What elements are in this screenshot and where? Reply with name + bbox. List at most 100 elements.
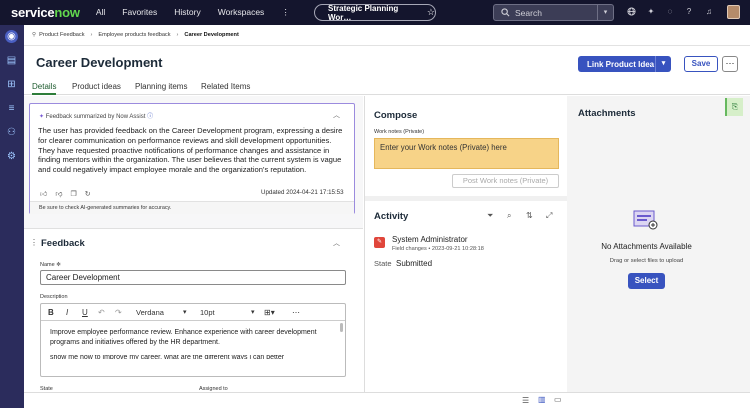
redo-icon[interactable]: ↷ — [115, 308, 122, 317]
font-family-select[interactable]: Verdana — [136, 308, 164, 317]
activity-state-value: Submitted — [396, 259, 433, 268]
breadcrumb-product-feedback[interactable]: Product Feedback — [39, 32, 84, 38]
breadcrumb-employee-products-feedback[interactable]: Employee products feedback — [98, 32, 170, 38]
tab-planning-items[interactable]: Planning items — [135, 82, 187, 91]
details-pane: ✦ Feedback summarized by Now Assist ⓘ ︿ … — [24, 96, 363, 408]
search-placeholder: Search — [515, 7, 542, 18]
editor-toolbar: B I U ↶ ↷ Verdana ▾ 10pt ▾ ⊞▾ ⋯ — [41, 304, 345, 321]
feedback-section: ⋮ Feedback ︿ Name ✻ Career Development D… — [24, 228, 363, 408]
search-scope-caret-icon[interactable]: ▾ — [597, 5, 613, 20]
tag-icon[interactable]: ⌂ — [148, 58, 153, 67]
notifications-bell-icon[interactable]: ♫ — [704, 7, 714, 17]
filter-icon[interactable]: ⏷ — [487, 211, 493, 221]
help-icon[interactable]: ? — [684, 7, 694, 17]
two-column-layout-icon[interactable]: ▥ — [538, 395, 546, 404]
settings-gear-icon[interactable]: ⚙ — [5, 150, 18, 163]
thumbs-down-icon[interactable]: 👎︎ — [55, 191, 70, 198]
workspace-pill-label: Strategic Planning Wor… — [328, 3, 399, 22]
activity-author: System Administrator — [392, 235, 468, 244]
search-icon[interactable]: ⌕ — [507, 211, 511, 221]
expand-icon[interactable]: ⤢ — [546, 211, 552, 221]
feedback-section-title: Feedback — [41, 238, 85, 249]
now-assist-sparkle-icon[interactable]: ✦ — [646, 7, 656, 17]
info-icon[interactable]: ⓘ — [147, 114, 153, 120]
editor-scrollbar[interactable] — [340, 323, 343, 332]
chevron-down-icon[interactable]: ▾ — [183, 308, 187, 316]
underline-icon[interactable]: U — [82, 308, 88, 317]
servicenow-logo[interactable]: servicenow — [11, 5, 80, 20]
lightbulb-icon[interactable]: ◉ — [5, 30, 18, 43]
activity-state-label: State — [374, 259, 392, 268]
top-nav-menu: All Favorites History Workspaces ⋮ — [96, 7, 307, 18]
select-files-button[interactable]: Select — [628, 273, 665, 289]
refresh-icon[interactable]: ↻ — [85, 191, 99, 198]
chevron-down-icon[interactable]: ▾ — [251, 308, 255, 316]
attachment-clip-icon[interactable]: ⎘ — [725, 98, 743, 116]
bold-icon[interactable]: B — [48, 308, 54, 317]
thumbs-up-icon[interactable]: 👍︎ — [40, 191, 55, 198]
summary-updated-timestamp: Updated 2024-04-21 17:15:53 — [261, 189, 344, 196]
globe-icon[interactable] — [626, 7, 636, 17]
single-column-layout-icon[interactable]: ☰ — [522, 396, 529, 405]
global-search[interactable]: Search ▾ — [493, 4, 614, 21]
layout-switcher-bar: ☰ ▥ ▭ — [24, 392, 750, 408]
task-list-icon[interactable]: ≡ — [5, 102, 18, 115]
tab-related-items[interactable]: Related Items — [201, 82, 250, 91]
compose-activity-pane: Compose Work notes (Private) Enter your … — [364, 96, 567, 408]
save-button[interactable]: Save — [684, 56, 718, 72]
drag-handle-icon[interactable]: ⋮ — [30, 238, 38, 247]
link-product-idea-button[interactable]: Link Product Idea ▾ — [578, 56, 671, 72]
nav-more-icon[interactable]: ⋮ — [281, 7, 290, 18]
workspace-pill[interactable]: Strategic Planning Wor… ☆ — [314, 3, 436, 22]
attachments-panel: Attachments ⎘ No Attachments Available D… — [567, 96, 750, 408]
star-icon[interactable]: ☆ — [427, 7, 435, 18]
copy-icon[interactable]: ❐ — [70, 191, 84, 198]
breadcrumb-current: Career Development — [184, 32, 239, 38]
user-avatar[interactable] — [727, 5, 740, 19]
nav-workspaces[interactable]: Workspaces — [218, 7, 265, 18]
tab-details[interactable]: Details — [32, 82, 57, 95]
nav-favorites[interactable]: Favorites — [122, 7, 157, 18]
list-view-icon[interactable]: ▤ — [5, 54, 18, 67]
more-tools-icon[interactable]: ⋯ — [292, 308, 300, 317]
name-label-text: Name — [40, 262, 55, 268]
italic-icon[interactable]: I — [66, 308, 68, 317]
sort-icon[interactable]: ⇅ — [526, 211, 533, 220]
sparkle-icon: ✦ — [39, 114, 45, 120]
people-icon[interactable]: ⚇ — [5, 126, 18, 139]
post-work-notes-button[interactable]: Post Work notes (Private) — [452, 174, 559, 188]
chat-icon[interactable]: ◌ — [665, 7, 675, 17]
logo-text-service: service — [11, 5, 55, 20]
description-text[interactable]: Improve employee performance review. Enh… — [50, 328, 335, 359]
link-product-idea-label: Link Product Idea — [587, 59, 655, 69]
summary-feedback-icons: 👍︎👎︎❐↻ — [40, 189, 99, 198]
font-size-select[interactable]: 10pt — [200, 308, 215, 317]
undo-icon[interactable]: ↶ — [98, 308, 105, 317]
chevron-down-icon[interactable]: ▾ — [655, 56, 671, 72]
no-attachments-illustration-icon — [633, 210, 658, 230]
breadcrumb-separator-icon: › — [90, 32, 93, 38]
table-icon[interactable]: ⊞▾ — [264, 308, 275, 317]
description-field-label: Description — [40, 294, 68, 300]
tab-product-ideas[interactable]: Product ideas — [72, 82, 121, 91]
work-notes-label: Work notes (Private) — [374, 129, 425, 135]
top-navigation-bar: servicenow All Favorites History Workspa… — [0, 0, 750, 25]
hierarchy-icon[interactable]: ⊞ — [5, 78, 18, 91]
description-paragraph-2: show me how to improve my career, what a… — [50, 355, 285, 359]
summary-disclaimer: Be sure to check AI-generated summaries … — [30, 201, 354, 214]
work-notes-input[interactable]: Enter your Work notes (Private) here — [374, 138, 559, 169]
collapse-feedback-icon[interactable]: ︿ — [333, 238, 340, 248]
summary-header: ✦ Feedback summarized by Now Assist ⓘ — [39, 111, 153, 120]
name-field[interactable]: Career Development — [40, 270, 346, 285]
edit-activity-icon: ✎ — [374, 237, 385, 248]
collapse-summary-icon[interactable]: ︿ — [333, 110, 340, 120]
more-actions-button[interactable]: ⋯ — [722, 56, 738, 72]
three-column-layout-icon[interactable]: ▭ — [554, 395, 562, 404]
nav-all[interactable]: All — [96, 7, 105, 18]
nav-history[interactable]: History — [174, 7, 200, 18]
now-assist-summary-card: ✦ Feedback summarized by Now Assist ⓘ ︿ … — [29, 103, 355, 214]
summary-text: The user has provided feedback on the Ca… — [38, 126, 343, 175]
description-rich-text-editor[interactable]: B I U ↶ ↷ Verdana ▾ 10pt ▾ ⊞▾ ⋯ Improve … — [40, 303, 346, 377]
drag-files-hint: Drag or select files to upload — [609, 258, 684, 264]
record-tabs: Details Product ideas Planning items Rel… — [24, 78, 750, 95]
